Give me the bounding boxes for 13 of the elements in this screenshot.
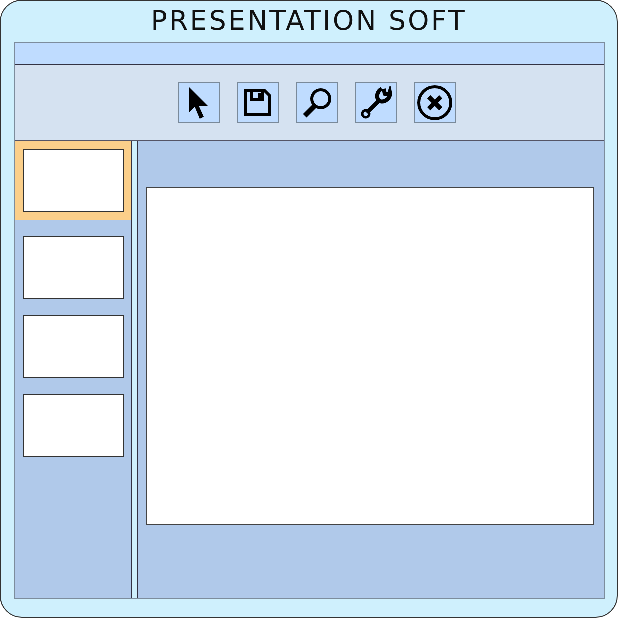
save-icon (244, 88, 272, 116)
close-icon (417, 84, 453, 120)
window-title: PRESENTATION SOFT (151, 6, 467, 37)
toolbar-button[interactable] (296, 82, 338, 123)
cursor-icon (187, 86, 211, 120)
splitter-handle[interactable] (131, 141, 138, 598)
selected-slide-item[interactable] (15, 141, 131, 220)
toolbar-button[interactable] (237, 82, 279, 123)
search-icon (301, 86, 333, 118)
wrench-icon (360, 86, 392, 120)
toolbar-button[interactable] (178, 82, 220, 123)
toolbar-button[interactable] (355, 82, 397, 123)
toolbar-button[interactable] (414, 82, 456, 123)
